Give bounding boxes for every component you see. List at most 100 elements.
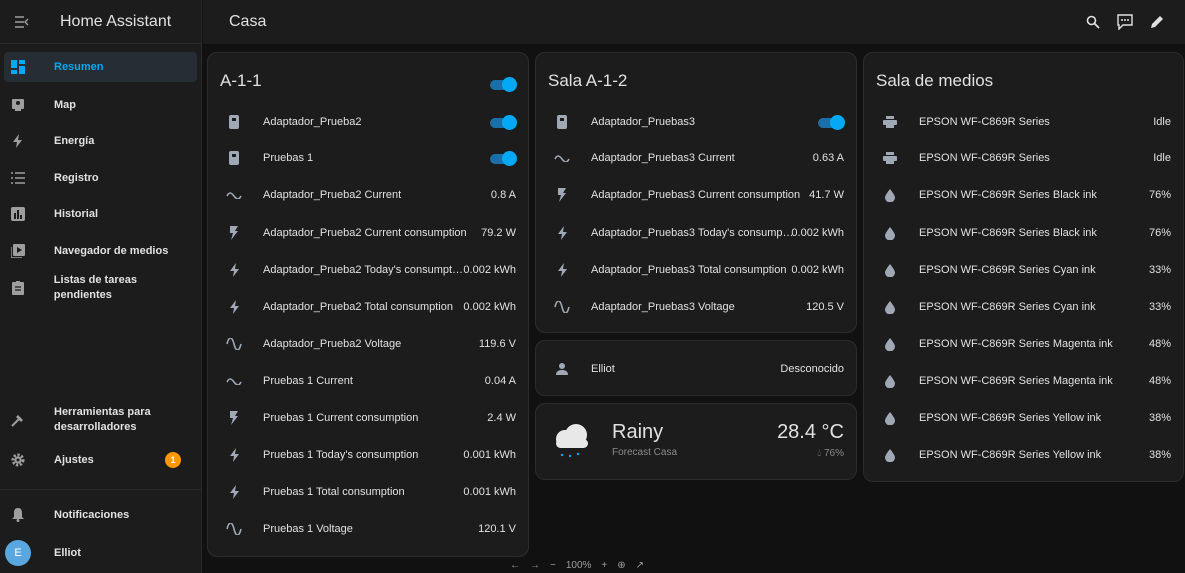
current-ac-icon — [552, 154, 572, 162]
entity-name: Adaptador_Pruebas3 Current — [591, 152, 735, 164]
plug-icon — [224, 115, 244, 129]
entity-row[interactable]: EPSON WF-C869R Series Magenta ink 48% — [864, 369, 1183, 393]
header-toggle[interactable] — [490, 77, 517, 92]
sidebar-item-ajustes[interactable]: Ajustes 1 — [4, 445, 197, 475]
entity-row[interactable]: Adaptador_Prueba2 Today's consumpt… 0.00… — [208, 258, 528, 282]
sidebar-item-historial[interactable]: Historial — [4, 199, 197, 229]
play-box-icon — [4, 244, 32, 258]
entity-row[interactable]: Pruebas 1 Current 0.04 A — [208, 369, 528, 393]
card-title: Sala A-1-2 — [548, 71, 628, 90]
assist-icon[interactable] — [1109, 14, 1141, 30]
sidebar-item-energia[interactable]: Energía — [4, 126, 197, 156]
entity-row[interactable]: EPSON WF-C869R Series Black ink 76% — [864, 183, 1183, 207]
sidebar-item-label: Herramientas para desarrolladores — [54, 406, 151, 433]
entity-value: 38% — [1148, 449, 1171, 461]
sidebar-item-label: Map — [54, 98, 76, 111]
entity-name: Pruebas 1 Today's consumption — [263, 449, 419, 461]
zoom-in-icon[interactable]: + — [601, 560, 607, 571]
sidebar-item-profile[interactable]: E Elliot — [4, 538, 197, 568]
sidebar-item-label: Listas de tareas pendientes — [53, 274, 137, 301]
entity-row[interactable]: Pruebas 1 Voltage 120.1 V — [208, 517, 528, 541]
plug-icon — [224, 151, 244, 165]
dashboard-icon — [4, 60, 32, 74]
entity-row[interactable]: EPSON WF-C869R Series Yellow ink 38% — [864, 406, 1183, 430]
entity-row[interactable]: EPSON WF-C869R Series Idle — [864, 110, 1183, 134]
pencil-icon[interactable] — [1141, 15, 1173, 29]
sidebar-item-registro[interactable]: Registro — [4, 163, 197, 193]
zoom-out-icon[interactable]: − — [550, 560, 556, 571]
card-sala-a-1-2: Sala A-1-2 Adaptador_Pruebas3 Adaptador_… — [535, 52, 857, 333]
entity-name: EPSON WF-C869R Series Yellow ink — [919, 412, 1102, 424]
menu-collapse-icon[interactable] — [0, 15, 44, 28]
water-drop-icon — [880, 226, 900, 240]
entity-row[interactable]: Adaptador_Prueba2 Current consumption 79… — [208, 221, 528, 245]
sidebar-item-notificaciones[interactable]: Notificaciones — [4, 500, 197, 530]
entity-name: Pruebas 1 Total consumption — [263, 486, 405, 498]
back-arrow-icon[interactable]: ← — [510, 560, 520, 571]
sidebar-item-label: Energía — [54, 134, 95, 147]
entity-row[interactable]: Adaptador_Prueba2 Total consumption 0.00… — [208, 295, 528, 319]
lightning-icon — [552, 226, 572, 240]
sidebar-item-map[interactable]: Map — [4, 90, 197, 120]
entity-toggle[interactable] — [490, 115, 517, 130]
lightning-bolt-icon — [4, 134, 32, 148]
current-ac-icon — [224, 191, 244, 199]
sidebar-item-label: Navegador de medios — [54, 244, 169, 257]
entity-toggle[interactable] — [490, 151, 517, 166]
entity-name: Adaptador_Pruebas3 Current consumption — [591, 189, 801, 201]
avatar: E — [5, 540, 31, 566]
zoom-reset-icon[interactable]: ⊕ — [617, 560, 625, 571]
sidebar-item-label: Elliot — [54, 546, 81, 559]
entity-value: 38% — [1148, 412, 1171, 424]
card-person[interactable]: Elliot Desconocido — [535, 340, 857, 396]
entity-row[interactable]: Adaptador_Pruebas3 — [536, 110, 856, 134]
entity-value: 0.001 kWh — [463, 486, 516, 498]
bell-icon — [4, 508, 32, 522]
entity-value: 79.2 W — [481, 227, 516, 239]
sidebar-item-listas-de-tareas[interactable]: Listas de tareas pendientes — [4, 273, 197, 303]
entity-row[interactable]: EPSON WF-C869R Series Magenta ink 48% — [864, 332, 1183, 356]
entity-name: EPSON WF-C869R Series Cyan ink — [919, 301, 1096, 313]
entity-row[interactable]: EPSON WF-C869R Series Black ink 76% — [864, 221, 1183, 245]
entity-row[interactable]: Pruebas 1 Total consumption 0.001 kWh — [208, 480, 528, 504]
entity-row[interactable]: Adaptador_Pruebas3 Voltage 120.5 V — [536, 295, 856, 319]
forward-arrow-icon[interactable]: → — [530, 560, 540, 571]
printer-icon — [880, 116, 900, 128]
entity-row[interactable]: EPSON WF-C869R Series Idle — [864, 146, 1183, 170]
entity-value: 0.8 A — [490, 189, 516, 201]
entity-row[interactable]: Adaptador_Pruebas3 Total consumption 0.0… — [536, 258, 856, 282]
entity-value: 76% — [1148, 189, 1171, 201]
sidebar-item-resumen[interactable]: Resumen — [4, 52, 197, 82]
entity-toggle[interactable] — [818, 115, 845, 130]
entity-row[interactable]: Elliot Desconocido — [536, 357, 856, 381]
entity-name: EPSON WF-C869R Series Black ink — [919, 227, 1097, 239]
entity-name: Pruebas 1 Current consumption — [263, 412, 419, 424]
entity-row[interactable]: Adaptador_Pruebas3 Current consumption 4… — [536, 183, 856, 207]
search-icon[interactable] — [1077, 15, 1109, 29]
entity-row[interactable]: EPSON WF-C869R Series Cyan ink 33% — [864, 295, 1183, 319]
sidebar-item-herramientas[interactable]: Herramientas para desarrolladores — [4, 402, 197, 438]
sine-wave-icon — [552, 301, 572, 313]
entity-name: Adaptador_Prueba2 Total consumption — [263, 301, 453, 313]
card-weather[interactable]: Rainy Forecast Casa 28.4 °C 💧︎ 76% — [535, 403, 857, 480]
entity-row[interactable]: EPSON WF-C869R Series Cyan ink 33% — [864, 258, 1183, 282]
entity-row[interactable]: Adaptador_Pruebas3 Today's consump… 0.00… — [536, 221, 856, 245]
entity-row[interactable]: Pruebas 1 Today's consumption 0.001 kWh — [208, 443, 528, 467]
water-drop-icon — [880, 374, 900, 388]
entity-row[interactable]: Adaptador_Prueba2 Current 0.8 A — [208, 183, 528, 207]
entity-value: 76% — [1148, 227, 1171, 239]
entity-value: 119.6 V — [478, 338, 516, 350]
fullscreen-icon[interactable]: ↗ — [636, 560, 644, 571]
card-title: Sala de medios — [876, 71, 994, 90]
sidebar-item-navegador-de-medios[interactable]: Navegador de medios — [4, 236, 197, 266]
entity-value: 0.001 kWh — [463, 449, 516, 461]
entity-row[interactable]: Adaptador_Prueba2 Voltage 119.6 V — [208, 332, 528, 356]
entity-row[interactable]: Pruebas 1 Current consumption 2.4 W — [208, 406, 528, 430]
entity-row[interactable]: Adaptador_Pruebas3 Current 0.63 A — [536, 146, 856, 170]
entity-row[interactable]: Adaptador_Prueba2 — [208, 110, 528, 134]
person-state: Desconocido — [780, 363, 844, 375]
entity-row[interactable]: EPSON WF-C869R Series Yellow ink 38% — [864, 443, 1183, 467]
entity-row[interactable]: Pruebas 1 — [208, 146, 528, 170]
entity-name: Adaptador_Prueba2 Current — [263, 189, 402, 201]
map-icon — [4, 98, 32, 112]
